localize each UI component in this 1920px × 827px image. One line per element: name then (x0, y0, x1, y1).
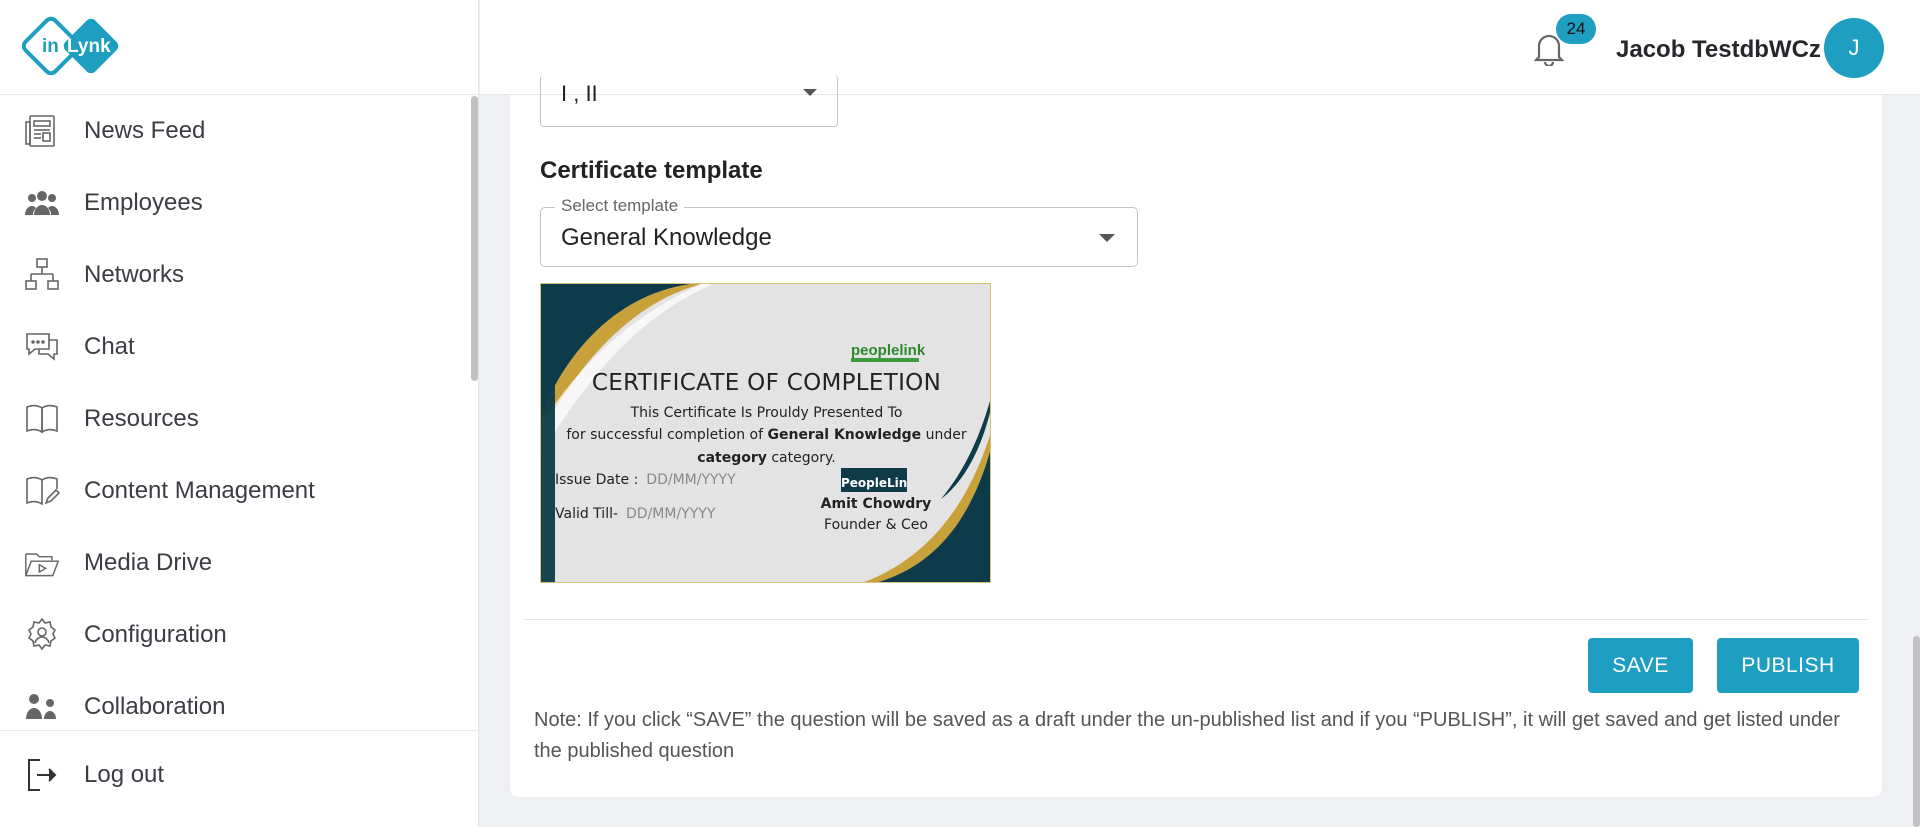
previous-select[interactable]: I , II (540, 75, 838, 127)
previous-select-value: I , II (561, 81, 598, 106)
signer-name: Amit Chowdry (820, 496, 932, 512)
template-select-value: General Knowledge (561, 224, 772, 251)
save-button[interactable]: SAVE (1588, 638, 1693, 693)
people-icon (24, 185, 60, 221)
network-icon (24, 257, 60, 293)
certificate-category: category (697, 450, 767, 466)
sidebar-item-networks[interactable]: Networks (0, 239, 470, 311)
valid-till-label: Valid Till- (555, 506, 619, 522)
sidebar-scrollbar[interactable] (471, 96, 478, 381)
page-scrollbar[interactable] (1913, 636, 1920, 827)
chat-icon (24, 329, 60, 365)
media-folder-icon (24, 545, 60, 581)
sidebar: in Lynk News Feed Employees Networks Cha… (0, 0, 479, 827)
issue-date-label: Issue Date : (555, 472, 639, 488)
logout-icon (24, 757, 60, 793)
sidebar-item-collaboration[interactable]: Collaboration (0, 671, 470, 730)
svg-text:Lynk: Lynk (67, 36, 111, 57)
sidebar-item-label: News Feed (84, 117, 206, 144)
collaboration-icon (24, 689, 60, 725)
valid-till-value: DD/MM/YYYY (626, 506, 716, 522)
sidebar-item-label: Content Management (84, 477, 315, 504)
certificate-section-title: Certificate template (540, 157, 763, 184)
sidebar-item-label: Configuration (84, 621, 227, 648)
template-select-label: Select template (555, 196, 685, 216)
main-card: I , II Certificate template Select templ… (510, 75, 1882, 797)
sidebar-item-media-drive[interactable]: Media Drive (0, 527, 470, 599)
certificate-title: CERTIFICATE OF COMPLETION (591, 370, 942, 396)
user-name[interactable]: Jacob TestdbWCz (1616, 36, 1821, 64)
sidebar-nav: News Feed Employees Networks Chat Resour… (0, 95, 470, 730)
certificate-brand: peoplelink (851, 342, 926, 359)
sidebar-item-configuration[interactable]: Configuration (0, 599, 470, 671)
edit-book-icon (24, 473, 60, 509)
sidebar-item-chat[interactable]: Chat (0, 311, 470, 383)
certificate-preview: peoplelink CERTIFICATE OF COMPLETION Thi… (540, 283, 991, 583)
sidebar-item-resources[interactable]: Resources (0, 383, 470, 455)
issue-date-value: DD/MM/YYYY (646, 472, 736, 488)
chevron-down-icon (803, 89, 817, 96)
gear-user-icon (24, 617, 60, 653)
certificate-issue-date: Issue Date : DD/MM/YYYY (555, 472, 736, 488)
logo-area: in Lynk (0, 0, 478, 95)
newspaper-icon (24, 113, 60, 149)
book-icon (24, 401, 60, 437)
template-select[interactable]: Select template General Knowledge (540, 196, 1138, 267)
certificate-brand-underline (851, 358, 919, 362)
avatar[interactable]: J (1824, 18, 1884, 78)
publish-button[interactable]: PUBLISH (1717, 638, 1859, 693)
certificate-line2-suffix: under (925, 427, 967, 443)
sidebar-item-label: Chat (84, 333, 135, 360)
sidebar-item-label: Resources (84, 405, 199, 432)
signer-title: Founder & Ceo (824, 517, 928, 533)
sidebar-item-label: Employees (84, 189, 203, 216)
certificate-line2: for successful completion of General Kno… (541, 427, 990, 443)
certificate-category-suffix: category. (771, 450, 836, 466)
svg-text:in: in (42, 36, 59, 57)
signature-logo: PeopleLink (841, 468, 907, 492)
notification-badge[interactable]: 24 (1556, 14, 1596, 44)
sidebar-item-label: Collaboration (84, 693, 226, 720)
certificate-valid-till: Valid Till- DD/MM/YYYY (555, 506, 715, 522)
sidebar-item-employees[interactable]: Employees (0, 167, 470, 239)
certificate-course: General Knowledge (767, 427, 922, 443)
divider (524, 619, 1868, 620)
logout-label: Log out (84, 761, 165, 788)
sidebar-item-label: Media Drive (84, 549, 213, 576)
certificate-line2-prefix: for successful completion of (566, 427, 764, 443)
inlynk-logo[interactable]: in Lynk (22, 16, 126, 78)
sidebar-item-content-management[interactable]: Content Management (0, 455, 470, 527)
logout-button[interactable]: Log out (0, 730, 478, 827)
certificate-line1: This Certificate Is Prouldy Presented To (630, 405, 903, 421)
chevron-down-icon (1099, 234, 1115, 242)
save-publish-note: Note: If you click “SAVE” the question w… (534, 709, 1840, 762)
sidebar-item-label: Networks (84, 261, 185, 288)
sidebar-item-news-feed[interactable]: News Feed (0, 95, 470, 167)
certificate-line3: category category. (541, 450, 990, 466)
